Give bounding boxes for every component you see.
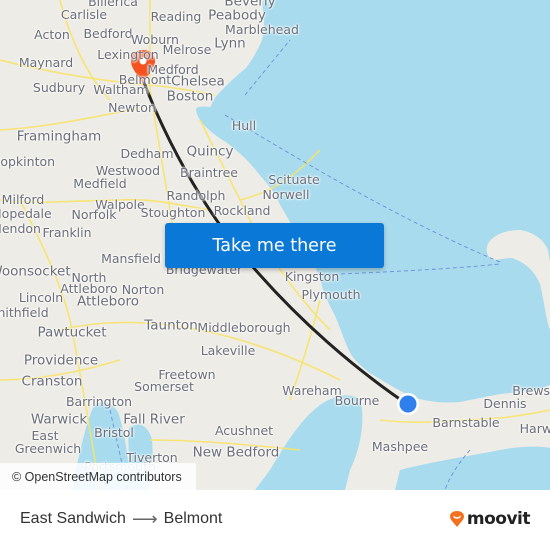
place-label: Randolph xyxy=(166,187,226,203)
place-label: Chelsea xyxy=(171,73,225,90)
place-label: Melrose xyxy=(162,41,212,57)
origin-marker[interactable] xyxy=(397,393,419,415)
place-label: Waltham xyxy=(93,81,149,97)
place-label: Pawtucket xyxy=(37,324,107,341)
moovit-logo[interactable]: moovit xyxy=(449,509,531,529)
place-label: Framingham xyxy=(16,128,102,145)
origin-label: East Sandwich xyxy=(20,510,126,527)
place-label: Dennis xyxy=(483,395,527,411)
place-label: New Bedford xyxy=(192,444,280,461)
place-label: Providence xyxy=(23,352,99,369)
take-me-there-button[interactable]: Take me there xyxy=(165,223,384,268)
route-summary: East Sandwich ⟶ Belmont xyxy=(20,510,222,528)
place-label: Rockland xyxy=(213,202,271,218)
place-label: Norfolk xyxy=(71,206,117,222)
place-label: Milford xyxy=(1,191,45,207)
place-label: Harwich xyxy=(519,420,550,436)
map[interactable]: Billerica Reading Beverly Carlisle Peabody Ma… xyxy=(0,0,550,490)
place-label: Hopedale xyxy=(0,205,52,221)
ocean xyxy=(209,0,550,404)
place-label: Barrington xyxy=(65,393,133,409)
place-label: Wareham xyxy=(282,382,342,398)
place-label: Plymouth xyxy=(301,286,361,302)
place-label: Bourne xyxy=(334,392,380,408)
place-label: Hull xyxy=(231,117,257,133)
place-label: Middleborough xyxy=(197,319,291,335)
place-label: Attleboro xyxy=(77,293,139,310)
place-label: Mashpee xyxy=(371,438,429,454)
moovit-pin-icon xyxy=(449,511,464,527)
map-attribution[interactable]: © OpenStreetMap contributors xyxy=(0,463,196,490)
place-label: Scituate xyxy=(268,171,320,187)
place-label: Hopkinton xyxy=(0,153,56,169)
place-label: Lakeville xyxy=(200,342,256,358)
place-label: Franklin xyxy=(42,224,92,240)
place-label: Lynn xyxy=(214,35,246,52)
place-label: Newton xyxy=(108,99,156,115)
place-label: Braintree xyxy=(180,164,238,180)
place-label: Cranston xyxy=(21,373,83,390)
place-label: Carlisle xyxy=(60,6,108,22)
place-label: Taunton xyxy=(144,317,198,334)
place-label: Lincoln xyxy=(18,289,64,305)
place-label: Smithfield xyxy=(0,304,49,320)
place-label: Somerset xyxy=(134,378,194,394)
place-label: Mendon xyxy=(0,220,41,236)
place-label: Barnstable xyxy=(432,414,500,430)
place-label: Warwick xyxy=(30,411,88,428)
place-label: Acushnet xyxy=(214,422,274,438)
place-label: Lexington xyxy=(97,46,159,62)
arrow-right-icon: ⟶ xyxy=(131,509,158,529)
place-label: Boston xyxy=(166,88,214,105)
place-label: Norwell xyxy=(262,186,310,202)
place-label: Dedham xyxy=(120,145,174,161)
place-label: Sudbury xyxy=(32,79,86,95)
place-label: Kingston xyxy=(284,268,340,284)
place-label: Reading xyxy=(150,8,202,24)
place-label: Peabody xyxy=(208,7,266,24)
place-label: Bedford xyxy=(83,25,133,41)
place-label: Bristol xyxy=(94,424,134,440)
buzzards-bay xyxy=(255,395,363,490)
place-label: Acton xyxy=(34,26,70,42)
place-label: Mansfield xyxy=(101,250,161,266)
place-label: Quincy xyxy=(186,143,234,160)
place-label: Greenwich xyxy=(14,440,82,456)
place-label: Medfield xyxy=(73,175,127,191)
place-label: Maynard xyxy=(18,54,74,70)
destination-label: Belmont xyxy=(163,510,223,527)
moovit-wordmark: moovit xyxy=(466,509,531,529)
place-label: Woonsocket xyxy=(0,263,71,280)
place-label: Stoughton xyxy=(140,204,206,220)
footer: East Sandwich ⟶ Belmont moovit xyxy=(0,490,550,550)
